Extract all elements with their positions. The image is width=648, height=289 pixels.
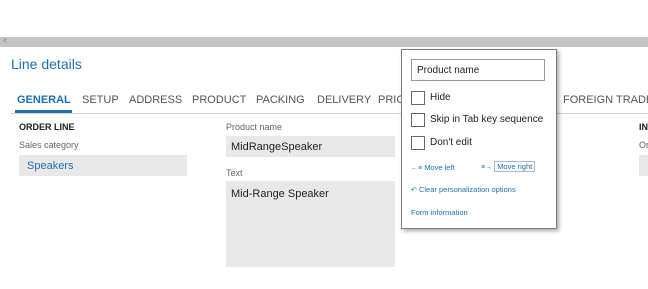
tab-delivery[interactable]: DELIVERY [317, 94, 371, 106]
horizontal-scrollbar[interactable] [0, 37, 648, 47]
move-right-link[interactable]: ≡→ Move right [481, 161, 536, 172]
form-title: Line details [11, 56, 82, 72]
text-field[interactable]: Mid-Range Speaker [226, 181, 395, 267]
tab-general[interactable]: GENERAL [17, 94, 71, 106]
move-left-icon: ←≡ [411, 165, 423, 172]
scroll-left-icon[interactable]: < [3, 37, 11, 47]
product-name-field[interactable]: MidRangeSpeaker [226, 136, 395, 157]
right-field-label-partial: Or [639, 140, 648, 150]
clear-personalization-label: Clear personalization options [418, 185, 516, 194]
skip-tab-label: Skip in Tab key sequence [430, 114, 544, 125]
tab-foreign-trade[interactable]: FOREIGN TRADE [563, 94, 648, 106]
move-left-link[interactable]: ←≡ Move left [411, 163, 455, 172]
hide-label: Hide [430, 92, 451, 103]
dont-edit-checkbox[interactable] [411, 136, 425, 150]
right-section-heading-partial: IN [639, 122, 648, 132]
sales-category-field[interactable]: Speakers [19, 155, 187, 176]
move-right-icon: ≡→ [481, 164, 493, 171]
hide-checkbox[interactable] [411, 91, 425, 105]
tab-packing[interactable]: PACKING [256, 94, 305, 106]
move-left-label: Move left [424, 163, 455, 172]
personalization-popup: Product name Hide Skip in Tab key sequen… [401, 49, 557, 229]
tab-product[interactable]: PRODUCT [192, 94, 246, 106]
sales-category-label: Sales category [19, 140, 79, 150]
clear-personalization-icon: ↶ [411, 187, 417, 194]
tab-address[interactable]: ADDRESS [129, 94, 182, 106]
dont-edit-label: Don't edit [430, 137, 472, 148]
skip-tab-checkbox[interactable] [411, 113, 425, 127]
move-right-label: Move right [494, 161, 536, 172]
text-label: Text [226, 168, 243, 178]
order-line-heading: ORDER LINE [19, 122, 75, 132]
form-information-link[interactable]: Form information [411, 208, 468, 217]
right-field-partial[interactable] [639, 155, 648, 176]
field-label-input[interactable]: Product name [411, 59, 545, 81]
clear-personalization-link[interactable]: ↶ Clear personalization options [411, 185, 516, 194]
tab-setup[interactable]: SETUP [82, 94, 119, 106]
product-name-label: Product name [226, 122, 283, 132]
